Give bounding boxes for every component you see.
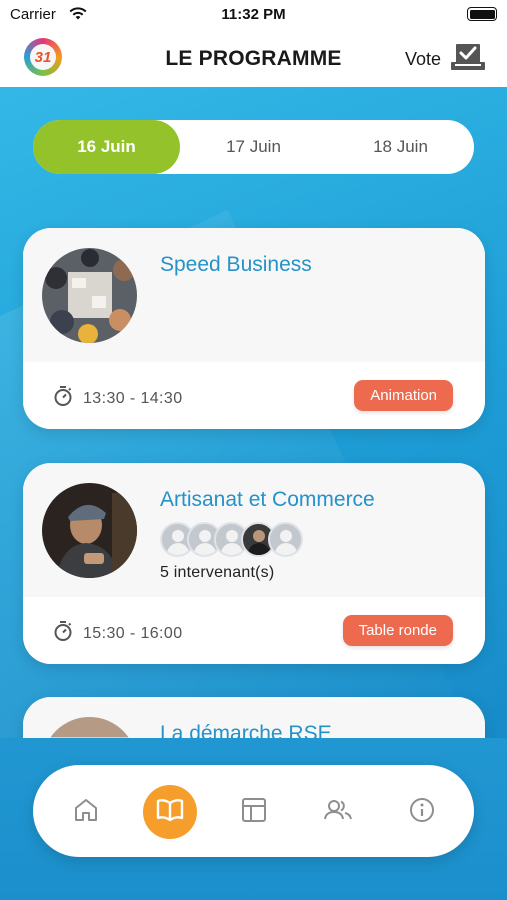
nav-home[interactable]: [59, 785, 113, 839]
tab-16-juin[interactable]: 16 Juin: [33, 120, 180, 174]
vote-button[interactable]: Vote: [405, 42, 487, 77]
nav-programme[interactable]: [143, 785, 197, 839]
info-icon: [408, 796, 436, 829]
session-thumbnail: [42, 248, 137, 343]
date-tabs: 16 Juin 17 Juin 18 Juin: [33, 120, 474, 174]
nav-layout[interactable]: [227, 785, 281, 839]
session-thumbnail: [42, 483, 137, 578]
session-title: Artisanat et Commerce: [160, 488, 375, 511]
tab-18-juin[interactable]: 18 Juin: [327, 120, 474, 174]
app-header: 31 LE PROGRAMME Vote: [0, 30, 507, 87]
nav-info[interactable]: [395, 785, 449, 839]
stopwatch-icon: [53, 620, 73, 647]
speaker-count: 5 intervenant(s): [160, 564, 275, 581]
tab-17-juin[interactable]: 17 Juin: [180, 120, 327, 174]
session-time: 13:30 - 14:30: [83, 389, 183, 407]
speaker-avatars[interactable]: [160, 522, 303, 557]
book-icon: [155, 797, 185, 828]
session-card[interactable]: Artisanat et Commerce 5 intervenant(s) 1…: [23, 463, 485, 664]
session-card[interactable]: Speed Business 13:30 - 14:30 Animation: [23, 228, 485, 429]
users-icon: [323, 796, 353, 829]
vote-label: Vote: [404, 49, 441, 69]
session-time: 15:30 - 16:00: [83, 624, 183, 642]
status-bar: Carrier 11:32 PM: [0, 0, 507, 30]
nav-speakers[interactable]: [311, 785, 365, 839]
avatar: [268, 522, 303, 557]
session-title: Speed Business: [160, 253, 312, 276]
session-time-row: 13:30 - 14:30: [53, 385, 183, 412]
bottom-nav: [33, 765, 474, 857]
status-time: 11:32 PM: [221, 6, 286, 23]
session-time-row: 15:30 - 16:00: [53, 620, 183, 647]
layout-icon: [240, 796, 268, 829]
battery-icon: [467, 7, 497, 21]
stopwatch-icon: [53, 385, 73, 412]
home-icon: [72, 796, 100, 829]
session-type-badge: Animation: [354, 380, 453, 411]
session-type-badge: Table ronde: [342, 615, 453, 646]
ballot-check-icon: [449, 42, 487, 77]
